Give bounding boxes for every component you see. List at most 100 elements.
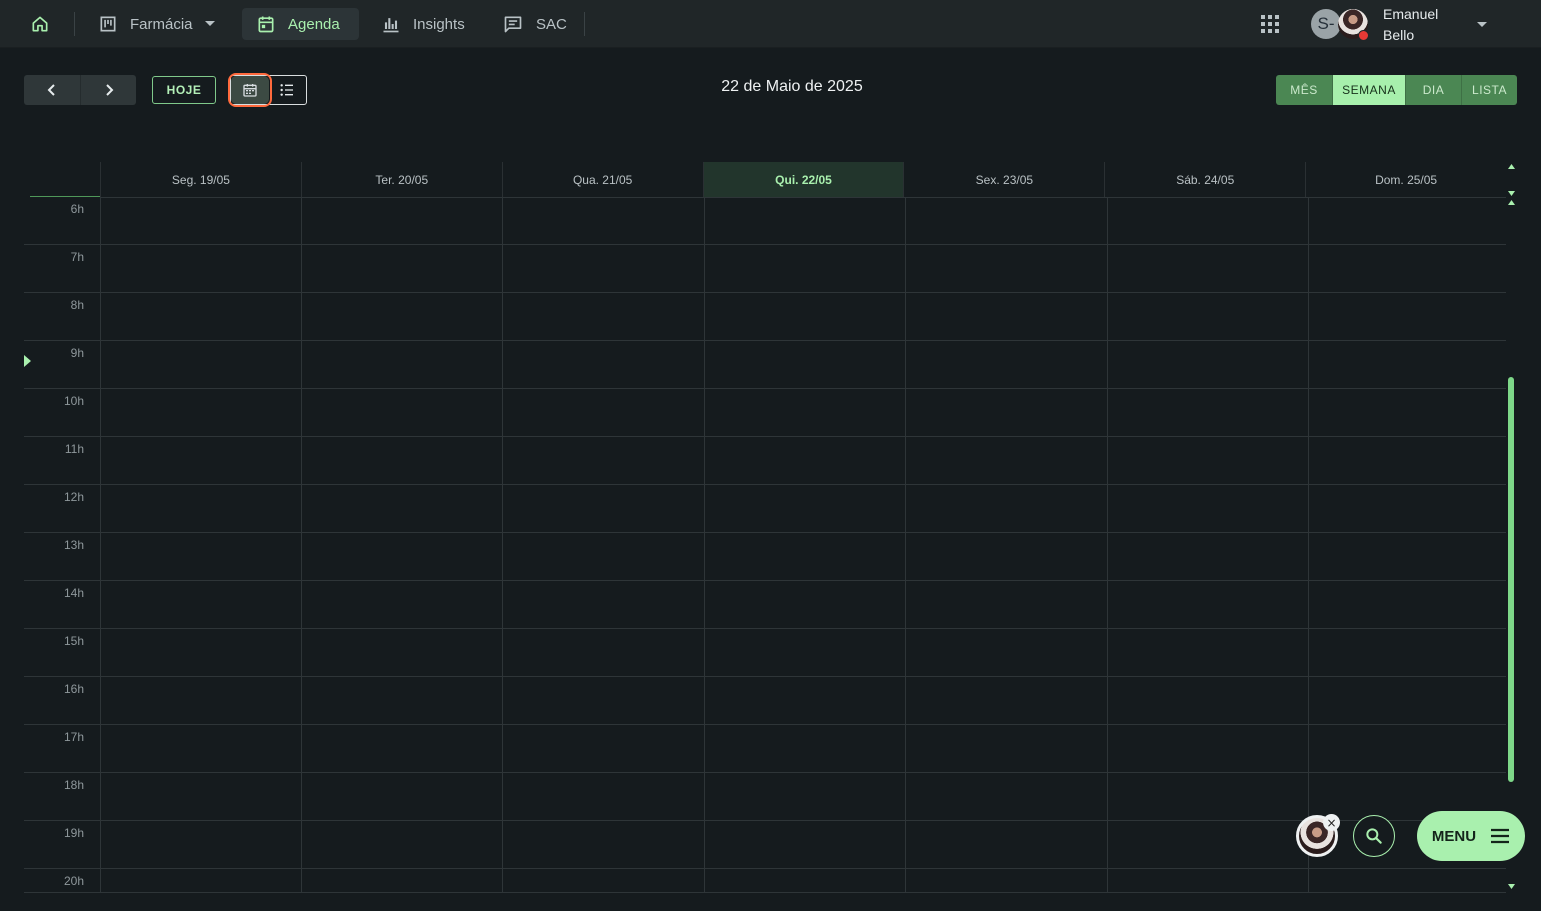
next-week-button[interactable] [80,75,136,105]
hour-row[interactable]: 16h [24,677,1506,725]
hour-row[interactable]: 11h [24,437,1506,485]
vertical-scrollbar[interactable] [1506,162,1517,893]
avatar-initial: S- [1317,14,1335,33]
day-header[interactable]: Sáb. 24/05 [1104,162,1305,197]
chevron-down-icon[interactable] [1476,17,1488,31]
previous-week-button[interactable] [24,75,80,105]
hour-row[interactable]: 13h [24,533,1506,581]
board-icon [100,16,116,32]
chevron-down-icon [204,21,215,26]
nav-item-label: SAC [536,15,567,33]
hour-row[interactable]: 17h [24,725,1506,773]
nav-item-label: Insights [413,15,465,33]
nav-item-label: Farmácia [130,15,193,33]
home-icon [32,16,48,32]
chat-icon [504,16,522,33]
hour-label: 11h [64,442,84,456]
scroll-up-icon[interactable] [1506,162,1517,172]
view-day-button[interactable]: DIA [1405,75,1461,105]
hour-row[interactable]: 10h [24,389,1506,437]
top-navbar: Farmácia Agenda Insights SAC S- Emanuel … [0,0,1541,48]
column-divider [301,197,302,893]
day-header[interactable]: Ter. 20/05 [300,162,502,197]
hour-label: 18h [63,778,84,792]
hour-label: 16h [63,682,84,696]
organization-avatar[interactable]: S- [1311,9,1341,39]
hour-row[interactable]: 6h [24,197,1506,245]
hour-label: 17h [63,730,84,744]
home-button[interactable] [22,8,58,40]
today-button[interactable]: HOJE [152,76,216,104]
calendar-header: Seg. 19/05 Ter. 20/05 Qua. 21/05 Qui. 22… [100,162,1506,198]
hour-row[interactable]: 9h [24,341,1506,389]
hour-label: 13h [63,538,84,552]
view-week-button[interactable]: SEMANA [1332,75,1405,105]
current-date-title: 22 de Maio de 2025 [721,78,863,95]
hour-row[interactable]: 19h [24,821,1506,869]
hour-label: 7h [70,250,84,264]
menu-label: MENU [1431,827,1477,845]
calendar-icon [258,16,274,33]
view-switcher: MÊS SEMANA DIA LISTA [1276,75,1517,105]
hour-row[interactable]: 12h [24,485,1506,533]
search-button[interactable] [1353,815,1395,857]
nav-item-label: Agenda [288,15,340,33]
hour-row[interactable]: 15h [24,629,1506,677]
scroll-down-icon[interactable] [1506,881,1517,891]
chevron-left-icon [47,84,55,96]
day-header[interactable]: Sex. 23/05 [903,162,1104,197]
column-divider [100,197,101,893]
close-icon[interactable]: × [1323,814,1340,831]
calendar-icon [243,84,257,97]
current-time-marker-icon [24,355,31,367]
day-header[interactable]: Qua. 21/05 [501,162,703,197]
calendar-view-button[interactable] [228,73,272,107]
hour-label: 14h [63,586,84,600]
hour-label: 19h [63,826,84,840]
nav-item-insights[interactable]: Insights [367,8,479,40]
column-divider [704,197,705,893]
hour-label: 15h [63,634,84,648]
hour-label: 20h [63,874,84,888]
view-month-button[interactable]: MÊS [1276,75,1332,105]
hour-row[interactable]: 7h [24,245,1506,293]
hour-label: 12h [63,490,84,504]
user-name[interactable]: Emanuel Bello [1383,4,1473,46]
display-mode-toggle [228,73,307,107]
nav-separator [584,12,585,36]
list-view-button[interactable] [269,76,307,104]
nav-item-farmacia[interactable]: Farmácia [84,8,241,40]
day-header[interactable]: Dom. 25/05 [1305,162,1506,197]
user-last-name: Bello [1383,27,1415,43]
scrollbar-thumb[interactable] [1508,377,1514,782]
column-divider [1107,197,1108,893]
nav-item-agenda[interactable]: Agenda [242,8,359,40]
list-icon [280,84,294,96]
hour-row[interactable]: 18h [24,773,1506,821]
date-navigation [24,75,136,105]
chevron-right-icon [105,84,113,96]
apps-grid-icon [1261,15,1279,33]
view-list-button[interactable]: LISTA [1461,75,1517,105]
hour-label: 8h [70,298,84,312]
apps-grid-button[interactable] [1258,12,1282,36]
time-grid[interactable]: 6h 7h 8h 9h 10h 11h 12h 13h 14h 15h 16h … [24,197,1506,893]
column-divider [905,197,906,893]
column-divider [502,197,503,893]
scroll-up-icon[interactable] [1506,198,1517,208]
hour-label: 6h [70,202,84,216]
hour-label: 10h [63,394,84,408]
grid-bottom-border [24,892,1506,893]
scroll-down-icon[interactable] [1506,188,1517,198]
hour-label: 9h [70,346,84,360]
hamburger-icon [1491,828,1510,844]
day-header-today[interactable]: Qui. 22/05 [702,162,904,197]
menu-button[interactable]: MENU [1417,811,1525,861]
nav-item-sac[interactable]: SAC [488,8,581,40]
hour-row[interactable]: 20h [24,869,1506,893]
search-icon [1366,828,1382,844]
bar-chart-icon [383,18,399,33]
hour-row[interactable]: 8h [24,293,1506,341]
day-header[interactable]: Seg. 19/05 [100,162,301,197]
hour-row[interactable]: 14h [24,581,1506,629]
